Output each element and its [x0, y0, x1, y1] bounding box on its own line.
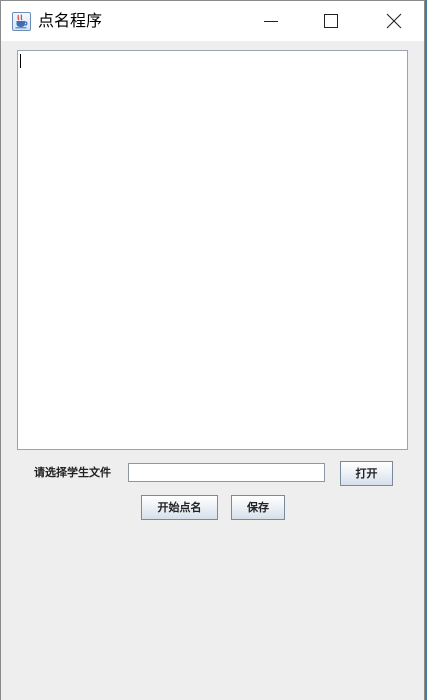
open-button[interactable]: 打开 — [340, 461, 393, 486]
close-icon — [386, 13, 402, 29]
start-roll-call-button[interactable]: 开始点名 — [141, 495, 218, 520]
minimize-button[interactable] — [248, 1, 294, 41]
app-window: 点名程序 请选择学生文件 打开 开始点名 保存 — [0, 0, 425, 700]
close-button[interactable] — [371, 1, 417, 41]
maximize-button[interactable] — [308, 1, 354, 41]
minimize-icon — [264, 21, 278, 22]
text-caret — [20, 54, 21, 68]
maximize-icon — [324, 14, 338, 28]
names-text-area[interactable] — [17, 50, 408, 450]
window-title: 点名程序 — [38, 11, 103, 30]
save-button[interactable]: 保存 — [231, 495, 285, 520]
title-bar[interactable]: 点名程序 — [1, 1, 424, 41]
file-label: 请选择学生文件 — [34, 466, 111, 479]
java-cup-icon — [12, 12, 31, 31]
file-path-input[interactable] — [128, 463, 325, 482]
